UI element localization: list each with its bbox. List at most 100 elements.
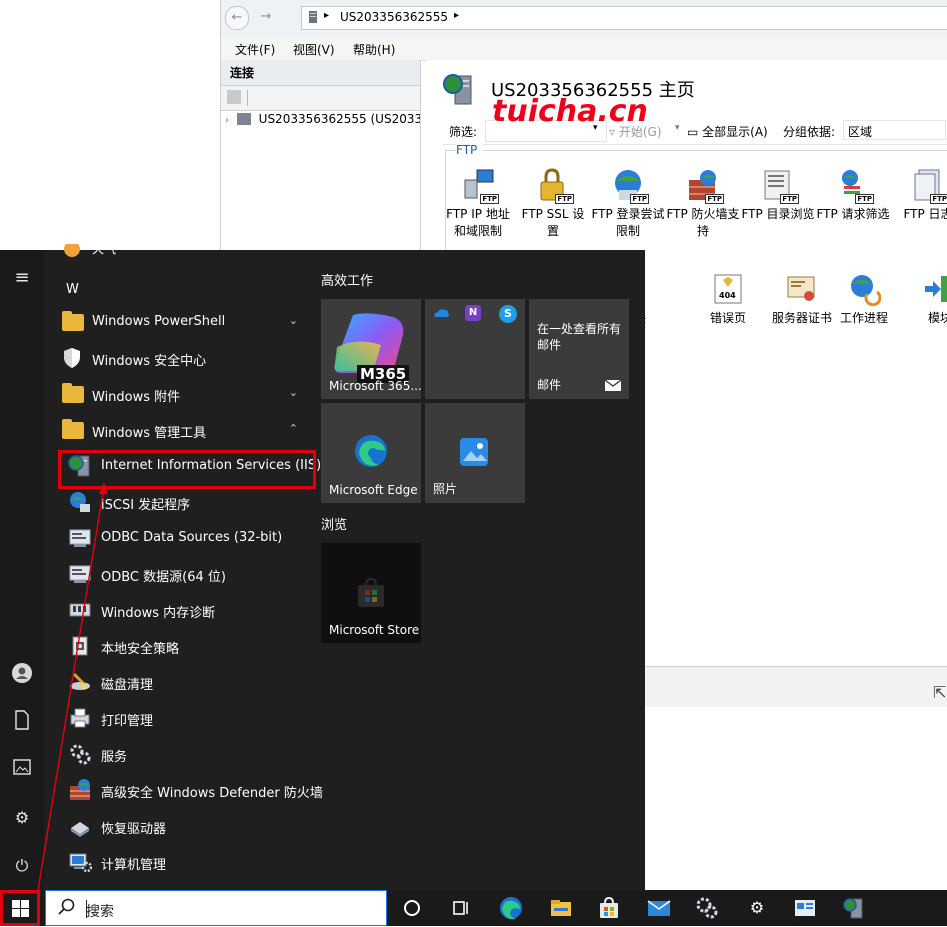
- folder-icon: [60, 310, 84, 334]
- start-app-label: Windows 附件: [92, 390, 181, 405]
- connections-title: 连接: [221, 60, 420, 86]
- onedrive-icon: [433, 307, 449, 317]
- onenote-icon: N: [465, 305, 481, 321]
- file-explorer-icon[interactable]: [549, 896, 573, 920]
- start-app-item[interactable]: Windows PowerShell ⌄: [44, 304, 316, 340]
- show-all-button[interactable]: ▭ 全部显示(A): [687, 123, 768, 140]
- photos-icon: [459, 437, 489, 467]
- ftp-firewall-icon: FTP: [686, 168, 724, 204]
- feature-label: FTP 目录浏览: [741, 207, 815, 221]
- chevron-down-icon[interactable]: ⌄: [289, 386, 298, 399]
- edge-taskbar-icon[interactable]: [499, 896, 523, 920]
- connect-icon[interactable]: [227, 90, 241, 104]
- hamburger-icon[interactable]: ≡: [10, 266, 34, 290]
- expand-icon[interactable]: ›: [225, 115, 229, 126]
- iis-taskbar-icon[interactable]: [842, 896, 866, 920]
- tile-label: Microsoft Edge: [329, 483, 418, 497]
- tree-node-label: US203356362555 (US20335: [258, 112, 420, 126]
- feature-tile[interactable]: 工作进程: [827, 272, 901, 327]
- start-app-label: Windows PowerShell: [92, 314, 226, 329]
- start-app-item[interactable]: Windows 附件 ⌄: [44, 376, 316, 412]
- breadcrumb-server[interactable]: US203356362555: [340, 10, 448, 24]
- breadcrumb-separator: ▸: [324, 10, 330, 21]
- start-highlight-box: [0, 890, 40, 926]
- server-manager-icon[interactable]: [695, 896, 719, 920]
- feature-label: FTP 防火墙支持: [666, 207, 740, 238]
- folder-icon: [60, 382, 84, 406]
- connections-toolbar: [221, 86, 420, 111]
- tile-mail[interactable]: 在一处查看所有邮件 邮件: [529, 299, 629, 399]
- show-all-label: 全部显示(A): [702, 125, 768, 139]
- tile-label: 照片: [433, 482, 458, 496]
- chevron-up-icon[interactable]: ⌃: [289, 422, 298, 435]
- annotation-arrow: [37, 482, 108, 891]
- m365-icon: [333, 311, 409, 373]
- error-page-icon: 404: [711, 272, 745, 306]
- tile-edge[interactable]: Microsoft Edge: [321, 403, 421, 503]
- menu-view[interactable]: 视图(V): [293, 41, 335, 58]
- feature-tile[interactable]: 模块: [903, 272, 947, 327]
- chevron-down-icon[interactable]: ⌄: [289, 314, 298, 327]
- filter-label: 筛选:: [449, 125, 478, 139]
- mail-taskbar-icon[interactable]: [647, 896, 671, 920]
- mail-tile-text: 在一处查看所有邮件: [537, 322, 622, 352]
- start-app-item[interactable]: Windows 安全中心: [44, 340, 316, 376]
- task-view-icon[interactable]: [449, 896, 473, 920]
- group-browse: 浏览: [321, 518, 348, 533]
- mouse-cursor-icon: ⇱: [933, 683, 947, 702]
- feature-tile[interactable]: FTP FTP IP 地址和域限制: [441, 168, 515, 240]
- partial-app-label[interactable]: 天气: [92, 244, 116, 256]
- ftp-section-header: FTP: [456, 143, 484, 157]
- group-by-select[interactable]: 区域: [843, 120, 946, 140]
- feature-tile[interactable]: 404 错误页: [691, 272, 765, 327]
- tile-office-apps[interactable]: N S: [425, 299, 525, 399]
- breadcrumb-separator[interactable]: ▸: [454, 10, 459, 21]
- tile-photos[interactable]: 照片: [425, 403, 525, 503]
- ftp-features-row: FTP FTP IP 地址和域限制 FTP FTP SSL 设置 FTP FTP 登录尝试…: [441, 168, 947, 248]
- feature-label: 工作进程: [839, 311, 888, 325]
- start-app-label: 高级安全 Windows Defender 防火墙: [101, 786, 323, 801]
- tile-microsoft-store[interactable]: Microsoft Store: [321, 543, 421, 643]
- ftp-ssl-icon: FTP: [536, 168, 574, 204]
- ftp-ip-icon: FTP: [461, 168, 499, 204]
- cortana-icon[interactable]: [400, 896, 424, 920]
- ftp-login-icon: FTP: [611, 168, 649, 204]
- feature-tile[interactable]: FTP FTP 登录尝试限制: [591, 168, 665, 240]
- store-taskbar-icon[interactable]: [597, 896, 621, 920]
- feature-tile[interactable]: FTP FTP 目录浏览: [741, 168, 815, 223]
- menu-bar: 文件(F) 视图(V) 帮助(H): [221, 36, 947, 61]
- forward-button[interactable]: →: [255, 6, 277, 28]
- start-app-item[interactable]: Windows 管理工具 ⌃: [44, 412, 316, 448]
- control-panel-icon[interactable]: [793, 896, 817, 920]
- feature-label: FTP 登录尝试限制: [591, 207, 665, 238]
- feature-label: FTP 请求筛选: [816, 207, 890, 221]
- menu-file[interactable]: 文件(F): [235, 41, 275, 58]
- feature-tile[interactable]: FTP FTP 日志: [891, 168, 947, 223]
- feature-label: FTP SSL 设置: [521, 207, 585, 238]
- tile-label: Microsoft 365...: [329, 379, 422, 393]
- breadcrumb[interactable]: ▸ US203356362555 ▸: [301, 6, 947, 30]
- mail-icon: [604, 379, 622, 391]
- feature-tile[interactable]: FTP FTP 请求筛选: [816, 168, 890, 223]
- back-button[interactable]: ←: [225, 6, 249, 30]
- tile-microsoft-365[interactable]: M365 Microsoft 365...: [321, 299, 422, 399]
- feature-label: 模块: [927, 311, 947, 325]
- search-input[interactable]: 搜索: [86, 901, 114, 921]
- letter-header[interactable]: W: [66, 282, 79, 297]
- ftp-filter-icon: FTP: [836, 168, 874, 204]
- menu-help[interactable]: 帮助(H): [353, 41, 395, 58]
- feature-tile[interactable]: FTP FTP 防火墙支持: [666, 168, 740, 240]
- start-app-label: Windows 安全中心: [92, 354, 207, 369]
- ftp-log-icon: FTP: [911, 168, 947, 204]
- group-by-label: 分组依据:: [783, 125, 836, 139]
- settings-taskbar-icon[interactable]: ⚙: [745, 896, 769, 920]
- start-app-label: Windows 管理工具: [92, 426, 207, 441]
- tree-node-server[interactable]: › US203356362555 (US20335: [225, 112, 420, 132]
- folder-icon: [60, 418, 84, 442]
- modules-icon: [923, 272, 947, 306]
- start-app-label: ODBC Data Sources (32-bit): [101, 530, 283, 545]
- feature-tile[interactable]: FTP FTP SSL 设置: [516, 168, 590, 240]
- tile-label: Microsoft Store: [329, 623, 420, 637]
- dropdown-arrow-icon[interactable]: ▾: [675, 123, 680, 133]
- search-box[interactable]: 搜索: [45, 890, 387, 926]
